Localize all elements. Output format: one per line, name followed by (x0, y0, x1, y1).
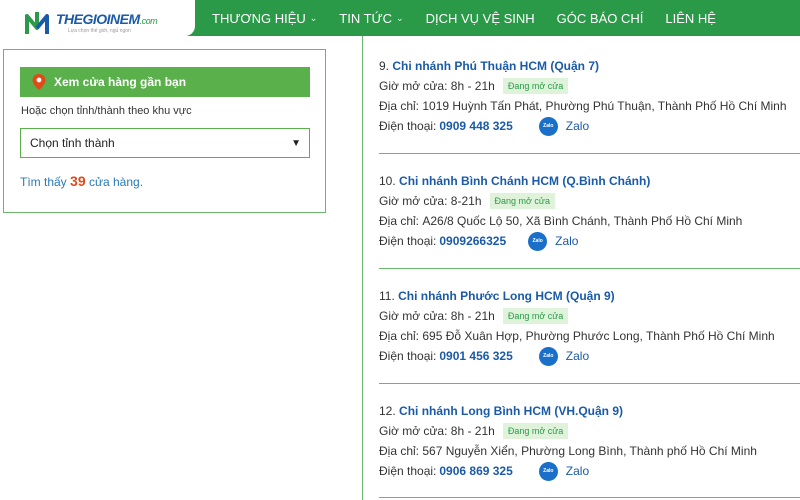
store-address: Địa chỉ: 1019 Huỳnh Tấn Phát, Phường Phú… (379, 99, 787, 113)
site-header: THEGIOINEM.com Lựa chọn thế giới, ngủ ng… (0, 0, 800, 36)
store-item: 12. Chi nhánh Long Bình HCM (VH.Quận 9) … (379, 401, 800, 481)
zalo-link[interactable]: Zalo (566, 116, 589, 136)
store-title[interactable]: 11. Chi nhánh Phước Long HCM (Quận 9) (379, 286, 800, 306)
store-hours: Giờ mở cửa: 8-21h Đang mở cửa (379, 191, 800, 211)
chevron-down-icon: ▼ (291, 138, 301, 149)
zalo-link[interactable]: Zalo (555, 231, 578, 251)
zalo-icon[interactable]: Zalo (538, 116, 558, 136)
store-item: 11. Chi nhánh Phước Long HCM (Quận 9) Gi… (379, 286, 800, 366)
main-nav: THƯƠNG HIỆU ⌄ TIN TỨC ⌄ DỊCH VỤ VỆ SINH GÓ… (212, 0, 738, 36)
store-phone-row: Điện thoại: 0906 869 325 Zalo Zalo (379, 461, 800, 481)
nav-item-dich-vu-ve-sinh[interactable]: DỊCH VỤ VỆ SINH (426, 11, 535, 26)
store-separator (379, 268, 800, 269)
status-badge: Đang mở cửa (502, 78, 569, 94)
nearby-stores-button[interactable]: Xem cửa hàng gần bạn (20, 67, 310, 97)
store-title[interactable]: 12. Chi nhánh Long Bình HCM (VH.Quận 9) (379, 401, 800, 421)
store-phone-row: Điện thoại: 0909266325 Zalo Zalo (379, 231, 800, 251)
result-count-number: 39 (70, 173, 86, 189)
province-select-value: Chọn tỉnh thành (30, 136, 115, 150)
logo-tagline: Lựa chọn thế giới, ngủ ngon (68, 28, 131, 34)
store-separator (379, 383, 800, 384)
store-finder-panel: Xem cửa hàng gần bạn Hoặc chọn tỉnh/thàn… (3, 49, 326, 213)
nav-item-lien-he[interactable]: LIÊN HỆ (665, 11, 716, 26)
store-hours: Giờ mở cửa: 8h - 21h Đang mở cửa (379, 421, 800, 441)
phone-link[interactable]: 0909266325 (439, 231, 506, 251)
store-separator (379, 497, 800, 498)
store-address: Địa chỉ: 567 Nguyễn Xiển, Phường Long Bì… (379, 444, 757, 458)
province-select[interactable]: Chọn tỉnh thành ▼ (20, 128, 310, 158)
store-title[interactable]: 10. Chi nhánh Bình Chánh HCM (Q.Bình Chá… (379, 171, 800, 191)
nav-item-thuong-hieu[interactable]: THƯƠNG HIỆU ⌄ (212, 11, 317, 26)
status-badge: Đang mở cửa (502, 423, 569, 439)
logo-text: THEGIOINEM.com (56, 11, 158, 27)
store-hours: Giờ mở cửa: 8h - 21h Đang mở cửa (379, 306, 800, 326)
column-divider (362, 36, 363, 500)
chevron-down-icon: ⌄ (309, 12, 318, 23)
location-pin-icon (32, 74, 46, 90)
store-separator (379, 153, 800, 154)
store-item: 10. Chi nhánh Bình Chánh HCM (Q.Bình Chá… (379, 171, 800, 251)
zalo-icon[interactable]: Zalo (538, 346, 558, 366)
store-title[interactable]: 9. Chi nhánh Phú Thuận HCM (Quận 7) (379, 56, 800, 76)
phone-link[interactable]: 0906 869 325 (439, 461, 512, 481)
nav-item-tin-tuc[interactable]: TIN TỨC ⌄ (339, 11, 403, 26)
zalo-link[interactable]: Zalo (566, 461, 589, 481)
phone-link[interactable]: 0909 448 325 (439, 116, 512, 136)
logo[interactable]: THEGIOINEM.com Lựa chọn thế giới, ngủ ng… (0, 0, 195, 36)
store-phone-row: Điện thoại: 0909 448 325 Zalo Zalo (379, 116, 800, 136)
nearby-stores-label: Xem cửa hàng gần bạn (54, 75, 187, 89)
chevron-down-icon: ⌄ (396, 12, 404, 23)
phone-link[interactable]: 0901 456 325 (439, 346, 512, 366)
result-count: Tìm thấy 39 cửa hàng. (20, 173, 144, 189)
store-address: Địa chỉ: 695 Đỗ Xuân Hợp, Phường Phước L… (379, 329, 775, 343)
zalo-link[interactable]: Zalo (566, 346, 589, 366)
store-phone-row: Điện thoại: 0901 456 325 Zalo Zalo (379, 346, 800, 366)
status-badge: Đang mở cửa (489, 193, 555, 209)
store-address: Địa chỉ: A26/8 Quốc Lộ 50, Xã Bình Chánh… (379, 214, 743, 228)
status-badge: Đang mở cửa (502, 308, 569, 324)
zalo-icon[interactable]: Zalo (538, 461, 558, 481)
zalo-icon[interactable]: Zalo (528, 231, 548, 251)
region-label: Hoặc chọn tỉnh/thành theo khu vực (21, 105, 192, 117)
nav-item-goc-bao-chi[interactable]: GÓC BÁO CHÍ (557, 11, 644, 26)
logo-mark-icon (25, 12, 49, 34)
store-item: 9. Chi nhánh Phú Thuận HCM (Quận 7) Giờ … (379, 56, 800, 136)
store-hours: Giờ mở cửa: 8h - 21h Đang mở cửa (379, 76, 800, 96)
